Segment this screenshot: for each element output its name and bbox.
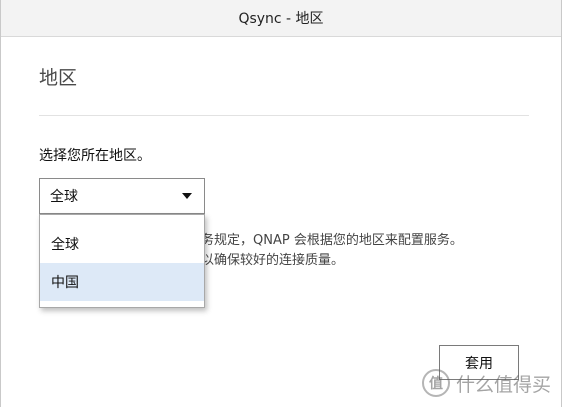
page-heading: 地区 xyxy=(39,67,78,89)
region-option-global[interactable]: 全球 xyxy=(40,225,204,263)
region-dropdown-list: 全球 中国 xyxy=(39,214,205,308)
region-option-label: 全球 xyxy=(51,237,79,253)
region-prompt: 选择您所在地区。 xyxy=(39,148,151,164)
region-option-label: 中国 xyxy=(51,275,79,291)
region-select-value: 全球 xyxy=(50,189,78,205)
window-titlebar: Qsync - 地区 xyxy=(1,0,561,37)
region-select[interactable]: 全球 xyxy=(39,178,205,214)
watermark: 值 什么值得买 xyxy=(421,369,551,397)
window-title: Qsync - 地区 xyxy=(238,11,324,27)
watermark-logo-icon: 值 xyxy=(421,369,450,397)
watermark-text: 什么值得买 xyxy=(455,373,551,396)
chevron-down-icon[interactable] xyxy=(182,193,192,199)
heading-divider xyxy=(39,115,529,116)
region-option-china[interactable]: 中国 xyxy=(40,263,204,301)
qsync-region-dialog: Qsync - 地区 地区 选择您所在地区。 务规定，QNAP 会根据您的地区来… xyxy=(0,0,562,407)
